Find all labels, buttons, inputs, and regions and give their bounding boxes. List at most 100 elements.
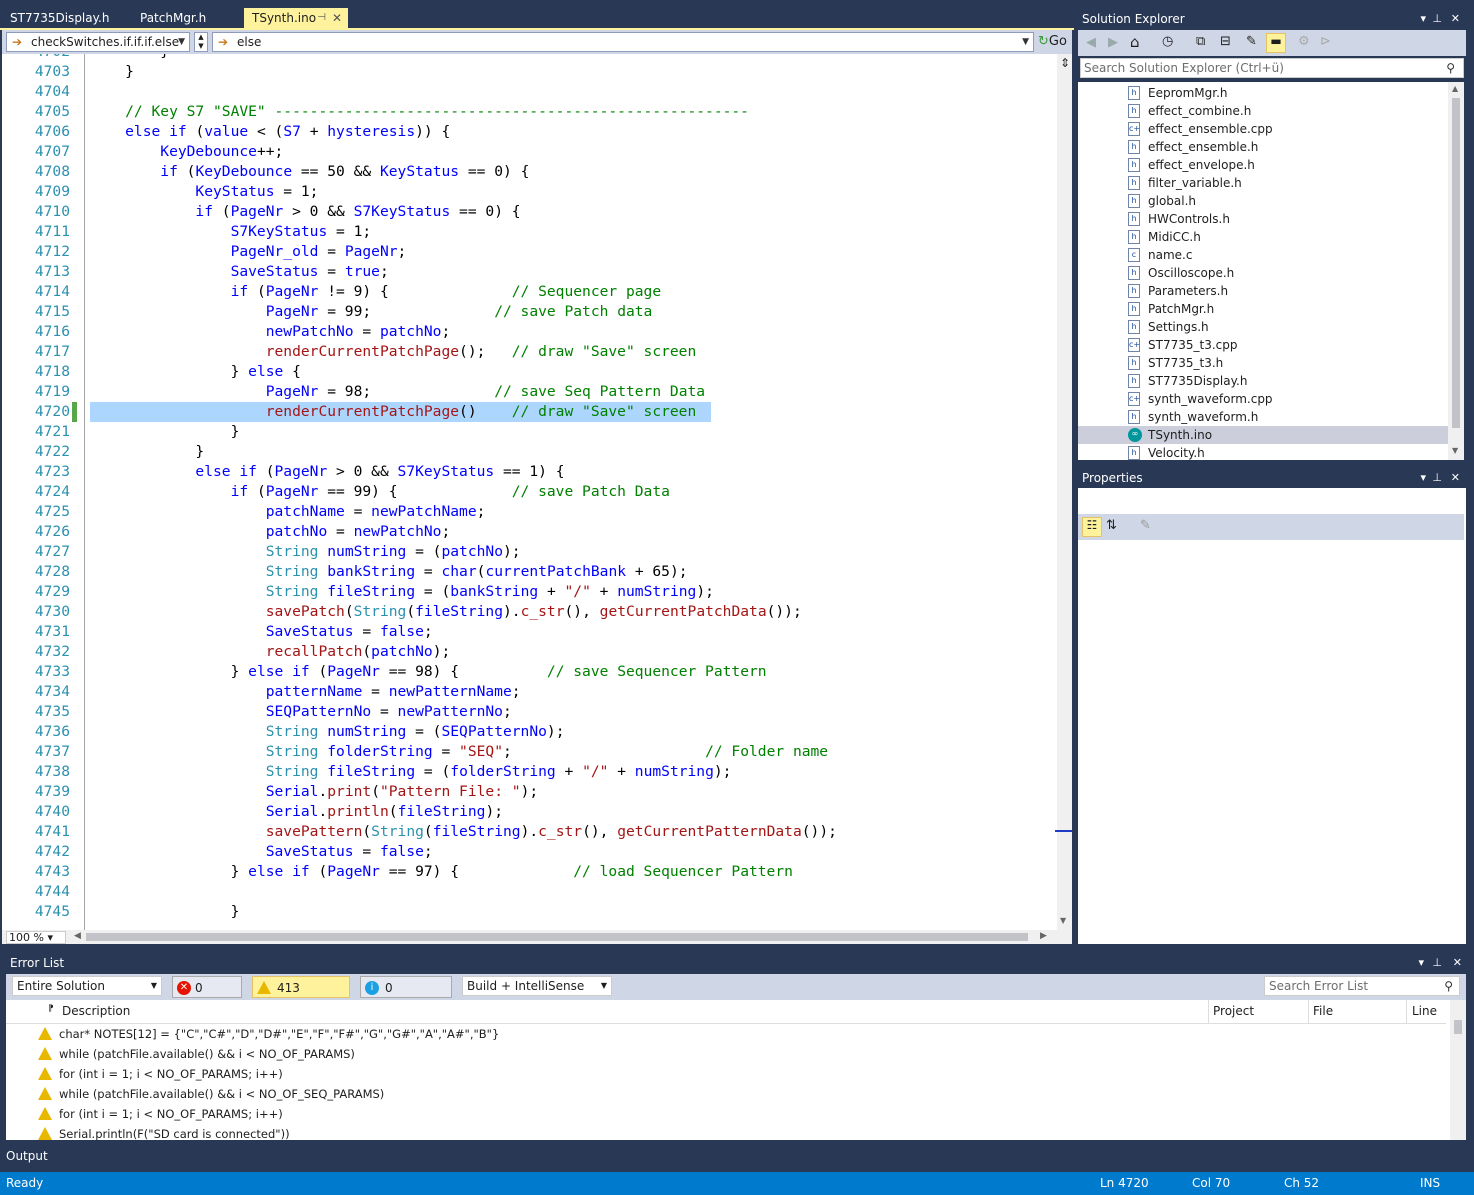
column-description[interactable]: Description [62, 1004, 130, 1018]
close-icon[interactable]: ✕ [1453, 953, 1462, 973]
solution-file-item[interactable]: c+ ST7735_t3.cpp [1078, 336, 1448, 354]
pin-icon[interactable]: ⊣ [317, 8, 326, 28]
code-line[interactable]: 4738 String fileString = (folderString +… [2, 762, 1052, 782]
solution-vertical-scrollbar[interactable]: ▲ ▼ [1448, 82, 1464, 460]
solution-file-item[interactable]: h ST7735_t3.h [1078, 354, 1448, 372]
table-row[interactable]: char* NOTES[12] = {"C","C#","D","D#","E"… [6, 1024, 1446, 1044]
code-line[interactable]: 4735 SEQPatternNo = newPatternNo; [2, 702, 1052, 722]
go-button[interactable]: ↻Go [1038, 32, 1070, 52]
code-line[interactable]: 4745 } [2, 902, 1052, 922]
tab-st7735display[interactable]: ST7735Display.h [2, 8, 120, 28]
code-line[interactable]: 4741 savePattern(String(fileString).c_st… [2, 822, 1052, 842]
zoom-dropdown[interactable]: 100 % ▾ [6, 931, 66, 944]
code-line[interactable]: 4717 renderCurrentPatchPage(); // draw "… [2, 342, 1052, 362]
tab-tsynth[interactable]: TSynth.ino ⊣ ✕ [244, 8, 348, 28]
build-filter-dropdown[interactable]: Build + IntelliSense ▼ [462, 976, 612, 996]
code-line[interactable]: 4715 PageNr = 99; // save Patch data [2, 302, 1052, 322]
solution-file-item[interactable]: h filter_variable.h [1078, 174, 1448, 192]
alphabetical-icon[interactable]: ⇅ [1106, 518, 1117, 533]
scroll-up-icon[interactable]: ▲ [1452, 84, 1458, 93]
code-line[interactable]: 4731 SaveStatus = false; [2, 622, 1052, 642]
code-line[interactable]: 4743 } else if (PageNr == 97) { // load … [2, 862, 1052, 882]
editor-vertical-scrollbar[interactable]: ⇕ ▼ [1055, 54, 1072, 930]
scroll-thumb[interactable] [1452, 98, 1460, 428]
code-line[interactable]: 4718 } else { [2, 362, 1052, 382]
spin-buttons[interactable]: ▲ ▼ [194, 32, 208, 52]
solution-file-item[interactable]: c+ synth_waveform.cpp [1078, 390, 1448, 408]
switch-views-icon[interactable]: ⚙ [1298, 34, 1310, 49]
messages-filter-button[interactable]: i 0 Messages [360, 976, 452, 1017]
solution-file-item[interactable]: h Parameters.h [1078, 282, 1448, 300]
code-line[interactable]: 4727 String numString = (patchNo); [2, 542, 1052, 562]
table-row[interactable]: while (patchFile.available() && i < NO_O… [6, 1084, 1446, 1104]
search-icon[interactable]: ⚲ [1444, 977, 1453, 995]
column-file[interactable]: File [1313, 1004, 1333, 1018]
solution-search-input[interactable]: Search Solution Explorer (Ctrl+ü) ⚲ [1080, 58, 1464, 78]
forward-icon[interactable]: ▶ [1108, 35, 1118, 50]
solution-file-item[interactable]: h global.h [1078, 192, 1448, 210]
code-line[interactable]: 4711 S7KeyStatus = 1; [2, 222, 1052, 242]
code-line[interactable]: 4713 SaveStatus = true; [2, 262, 1052, 282]
code-line[interactable]: 4725 patchName = newPatchName; [2, 502, 1052, 522]
sync-icon[interactable]: ⧉ [1196, 34, 1205, 49]
code-line[interactable]: 4714 if (PageNr != 9) { // Sequencer pag… [2, 282, 1052, 302]
scroll-left-icon[interactable]: ◀ [74, 931, 81, 941]
solution-file-item[interactable]: c+ effect_ensemble.cpp [1078, 120, 1448, 138]
solution-file-item[interactable]: h PatchMgr.h [1078, 300, 1448, 318]
back-icon[interactable]: ◀ [1086, 35, 1096, 50]
code-line[interactable]: 4739 Serial.print("Pattern File: "); [2, 782, 1052, 802]
toggle-icon[interactable]: ⊳ [1320, 34, 1331, 49]
close-icon[interactable]: ✕ [332, 8, 342, 28]
code-line[interactable]: 4723 else if (PageNr > 0 && S7KeyStatus … [2, 462, 1052, 482]
table-row[interactable]: for (int i = 1; i < NO_OF_PARAMS; i++) [6, 1064, 1446, 1084]
home-icon[interactable]: ⌂ [1130, 33, 1140, 51]
scroll-thumb[interactable] [1454, 1020, 1462, 1034]
code-line[interactable]: 4744 [2, 882, 1052, 902]
solution-file-item[interactable]: h Oscilloscope.h [1078, 264, 1448, 282]
solution-file-item[interactable]: h effect_envelope.h [1078, 156, 1448, 174]
table-row[interactable]: for (int i = 1; i < NO_OF_PARAMS; i++) [6, 1104, 1446, 1124]
code-line[interactable]: 4712 PageNr_old = PageNr; [2, 242, 1052, 262]
solution-file-item[interactable]: h MidiCC.h [1078, 228, 1448, 246]
scroll-down-icon[interactable]: ▼ [1060, 916, 1066, 925]
code-line[interactable]: 4730 savePatch(String(fileString).c_str(… [2, 602, 1052, 622]
close-icon[interactable]: ✕ [1451, 9, 1460, 29]
scope-dropdown[interactable]: ➔ checkSwitches.if.if.if.else ▼ [6, 32, 190, 52]
code-editor[interactable]: 4702 }4703 }47044705 // Key S7 "SAVE" --… [2, 54, 1072, 930]
error-search-input[interactable]: Search Error List ⚲ [1264, 976, 1460, 996]
code-line[interactable]: 4707 KeyDebounce++; [2, 142, 1052, 162]
column-line[interactable]: Line [1412, 1004, 1437, 1018]
solution-file-item[interactable]: h effect_combine.h [1078, 102, 1448, 120]
scroll-down-icon[interactable]: ▼ [1452, 446, 1458, 455]
code-line[interactable]: 4724 if (PageNr == 99) { // save Patch D… [2, 482, 1052, 502]
scope-dropdown[interactable]: Entire Solution ▼ [12, 976, 162, 996]
property-pages-icon[interactable]: ✎ [1140, 518, 1151, 533]
column-project[interactable]: Project [1213, 1004, 1254, 1018]
solution-file-item[interactable]: c name.c [1078, 246, 1448, 264]
sort-icon[interactable]: ⁋ [48, 1004, 54, 1014]
error-list-scrollbar[interactable] [1450, 1000, 1466, 1140]
code-line[interactable]: 4704 [2, 82, 1052, 102]
code-line[interactable]: 4737 String folderString = "SEQ"; // Fol… [2, 742, 1052, 762]
search-icon[interactable]: ⚲ [1446, 59, 1455, 77]
code-line[interactable]: 4726 patchNo = newPatchNo; [2, 522, 1052, 542]
code-line[interactable]: 4706 else if (value < (S7 + hysteresis))… [2, 122, 1052, 142]
categorized-icon[interactable]: ☷ [1082, 517, 1102, 537]
member-dropdown[interactable]: ➔ else ▼ [212, 32, 1034, 52]
horizontal-scroll-thumb[interactable] [86, 933, 1028, 941]
solution-file-item[interactable]: ∞ TSynth.ino [1078, 426, 1448, 444]
code-line[interactable]: 4720 renderCurrentPatchPage() // draw "S… [2, 402, 1052, 422]
code-line[interactable]: 4703 } [2, 62, 1052, 82]
solution-file-item[interactable]: h Velocity.h [1078, 444, 1448, 462]
code-line[interactable]: 4728 String bankString = char(currentPat… [2, 562, 1052, 582]
errors-filter-button[interactable]: ✕ 0 Errors [172, 976, 242, 1017]
table-row[interactable]: Serial.println(F("SD card is connected")… [6, 1124, 1446, 1144]
pin-icon[interactable]: ⊥ [1432, 9, 1442, 29]
solution-file-item[interactable]: h ST7735Display.h [1078, 372, 1448, 390]
code-line[interactable]: 4716 newPatchNo = patchNo; [2, 322, 1052, 342]
solution-file-item[interactable]: h HWControls.h [1078, 210, 1448, 228]
code-line[interactable]: 4732 recallPatch(patchNo); [2, 642, 1052, 662]
dropdown-icon[interactable]: ▾ [1420, 9, 1426, 29]
dropdown-icon[interactable]: ▾ [1420, 468, 1426, 488]
collapse-icon[interactable]: ⊟ [1220, 34, 1231, 49]
